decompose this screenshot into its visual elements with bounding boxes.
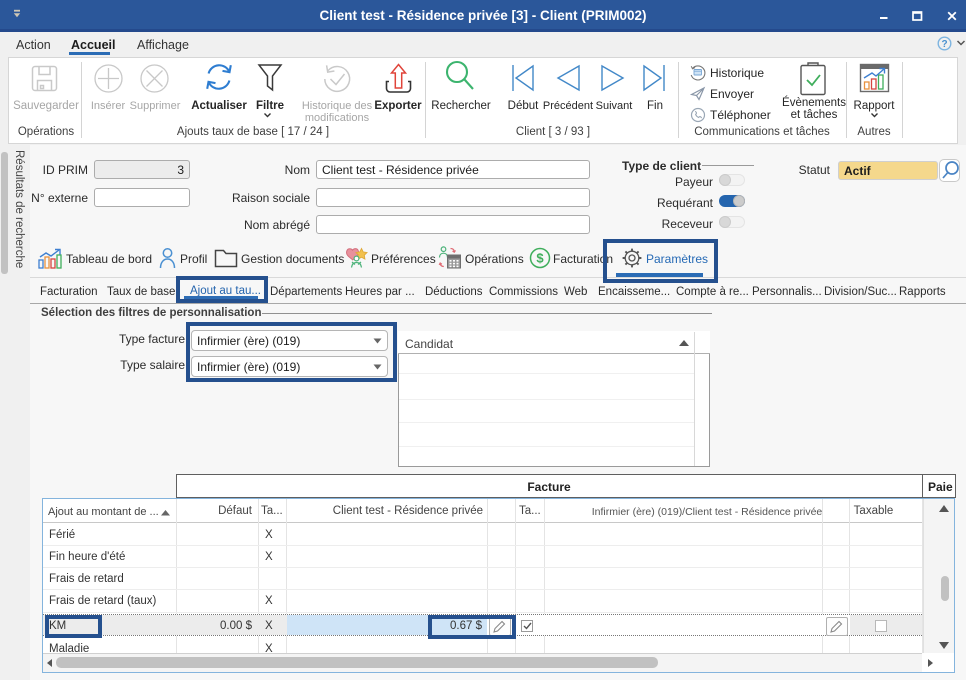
svg-text:$: $ [536, 251, 544, 266]
svg-text:?: ? [941, 39, 947, 50]
